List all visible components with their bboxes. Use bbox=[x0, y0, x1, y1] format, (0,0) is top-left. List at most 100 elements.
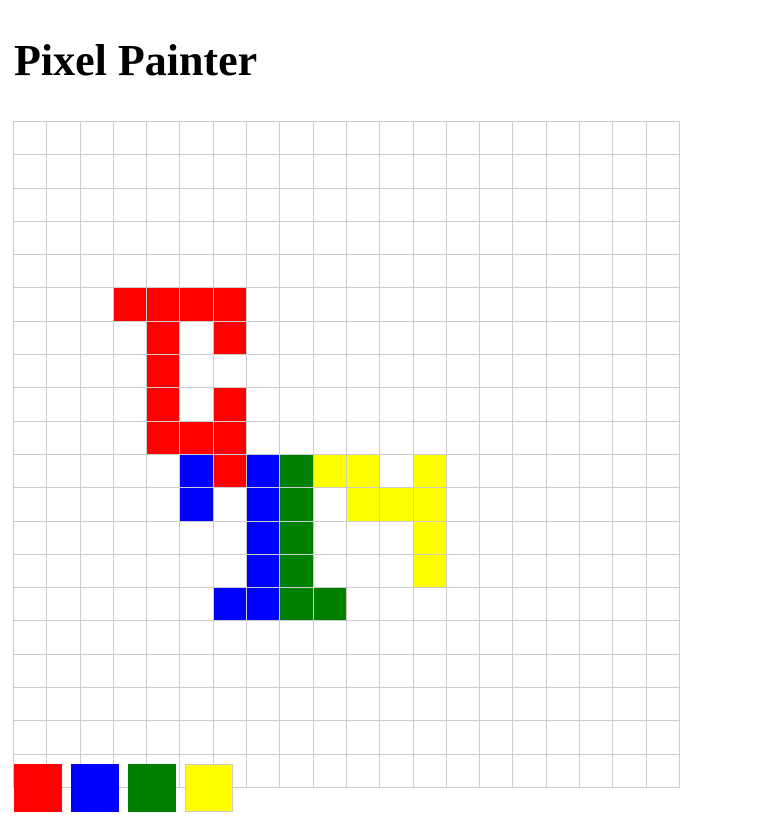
pixel-cell[interactable] bbox=[479, 687, 514, 722]
pixel-cell[interactable] bbox=[146, 420, 181, 455]
pixel-cell[interactable] bbox=[179, 187, 214, 222]
pixel-cell[interactable] bbox=[279, 520, 314, 555]
pixel-cell[interactable] bbox=[13, 553, 48, 589]
pixel-cell[interactable] bbox=[579, 620, 614, 655]
pixel-cell[interactable] bbox=[612, 687, 647, 722]
pixel-cell[interactable] bbox=[412, 420, 447, 455]
pixel-cell[interactable] bbox=[445, 254, 481, 289]
pixel-cell[interactable] bbox=[146, 653, 181, 689]
pixel-cell[interactable] bbox=[345, 320, 381, 356]
pixel-cell[interactable] bbox=[412, 287, 447, 322]
color-swatch-yellow[interactable] bbox=[185, 764, 233, 812]
pixel-cell[interactable] bbox=[212, 653, 248, 689]
pixel-cell[interactable] bbox=[246, 653, 281, 689]
pixel-cell[interactable] bbox=[512, 587, 547, 622]
pixel-cell[interactable] bbox=[545, 620, 581, 655]
pixel-cell[interactable] bbox=[312, 220, 347, 256]
pixel-cell[interactable] bbox=[612, 187, 647, 222]
pixel-cell[interactable] bbox=[212, 220, 248, 256]
pixel-cell[interactable] bbox=[279, 354, 314, 389]
pixel-cell[interactable] bbox=[146, 453, 181, 489]
pixel-cell[interactable] bbox=[579, 720, 614, 755]
pixel-cell[interactable] bbox=[13, 154, 48, 189]
pixel-cell[interactable] bbox=[46, 121, 81, 156]
pixel-cell[interactable] bbox=[645, 753, 680, 788]
pixel-cell[interactable] bbox=[579, 121, 614, 156]
pixel-cell[interactable] bbox=[46, 520, 81, 555]
pixel-cell[interactable] bbox=[645, 587, 680, 622]
pixel-cell[interactable] bbox=[46, 587, 81, 622]
pixel-cell[interactable] bbox=[579, 653, 614, 689]
pixel-cell[interactable] bbox=[445, 287, 481, 322]
pixel-cell[interactable] bbox=[612, 420, 647, 455]
pixel-cell[interactable] bbox=[545, 121, 581, 156]
pixel-cell[interactable] bbox=[212, 354, 248, 389]
pixel-cell[interactable] bbox=[13, 653, 48, 689]
pixel-cell[interactable] bbox=[512, 254, 547, 289]
pixel-cell[interactable] bbox=[479, 220, 514, 256]
pixel-cell[interactable] bbox=[112, 553, 148, 589]
pixel-cell[interactable] bbox=[312, 520, 347, 555]
pixel-cell[interactable] bbox=[545, 487, 581, 522]
pixel-cell[interactable] bbox=[146, 620, 181, 655]
pixel-cell[interactable] bbox=[579, 154, 614, 189]
pixel-cell[interactable] bbox=[112, 720, 148, 755]
pixel-cell[interactable] bbox=[246, 420, 281, 455]
pixel-cell[interactable] bbox=[79, 320, 114, 356]
pixel-cell[interactable] bbox=[412, 453, 447, 489]
pixel-cell[interactable] bbox=[345, 220, 381, 256]
pixel-cell[interactable] bbox=[46, 620, 81, 655]
pixel-cell[interactable] bbox=[345, 254, 381, 289]
pixel-cell[interactable] bbox=[545, 154, 581, 189]
pixel-cell[interactable] bbox=[379, 687, 414, 722]
pixel-cell[interactable] bbox=[579, 553, 614, 589]
pixel-cell[interactable] bbox=[179, 121, 214, 156]
pixel-cell[interactable] bbox=[146, 687, 181, 722]
pixel-cell[interactable] bbox=[579, 453, 614, 489]
pixel-cell[interactable] bbox=[212, 620, 248, 655]
pixel-cell[interactable] bbox=[112, 187, 148, 222]
pixel-cell[interactable] bbox=[579, 387, 614, 422]
pixel-cell[interactable] bbox=[345, 553, 381, 589]
pixel-cell[interactable] bbox=[545, 254, 581, 289]
pixel-cell[interactable] bbox=[512, 320, 547, 356]
pixel-cell[interactable] bbox=[579, 753, 614, 788]
pixel-cell[interactable] bbox=[212, 420, 248, 455]
pixel-cell[interactable] bbox=[479, 753, 514, 788]
pixel-cell[interactable] bbox=[112, 487, 148, 522]
pixel-cell[interactable] bbox=[412, 687, 447, 722]
pixel-cell[interactable] bbox=[146, 587, 181, 622]
pixel-cell[interactable] bbox=[146, 287, 181, 322]
pixel-cell[interactable] bbox=[246, 287, 281, 322]
pixel-cell[interactable] bbox=[445, 520, 481, 555]
pixel-cell[interactable] bbox=[112, 687, 148, 722]
pixel-cell[interactable] bbox=[379, 354, 414, 389]
color-swatch-green[interactable] bbox=[128, 764, 176, 812]
pixel-cell[interactable] bbox=[579, 187, 614, 222]
pixel-cell[interactable] bbox=[645, 553, 680, 589]
pixel-cell[interactable] bbox=[179, 287, 214, 322]
pixel-cell[interactable] bbox=[645, 320, 680, 356]
pixel-cell[interactable] bbox=[79, 187, 114, 222]
pixel-cell[interactable] bbox=[13, 354, 48, 389]
pixel-cell[interactable] bbox=[612, 453, 647, 489]
pixel-cell[interactable] bbox=[212, 553, 248, 589]
pixel-cell[interactable] bbox=[279, 220, 314, 256]
pixel-cell[interactable] bbox=[179, 420, 214, 455]
pixel-cell[interactable] bbox=[512, 520, 547, 555]
pixel-cell[interactable] bbox=[545, 687, 581, 722]
pixel-cell[interactable] bbox=[345, 121, 381, 156]
pixel-cell[interactable] bbox=[179, 453, 214, 489]
pixel-cell[interactable] bbox=[479, 487, 514, 522]
pixel-cell[interactable] bbox=[79, 720, 114, 755]
pixel-cell[interactable] bbox=[612, 553, 647, 589]
pixel-cell[interactable] bbox=[79, 121, 114, 156]
pixel-cell[interactable] bbox=[379, 420, 414, 455]
pixel-cell[interactable] bbox=[79, 520, 114, 555]
pixel-cell[interactable] bbox=[645, 187, 680, 222]
pixel-cell[interactable] bbox=[379, 187, 414, 222]
pixel-cell[interactable] bbox=[379, 520, 414, 555]
pixel-cell[interactable] bbox=[146, 387, 181, 422]
pixel-cell[interactable] bbox=[645, 620, 680, 655]
pixel-cell[interactable] bbox=[379, 720, 414, 755]
